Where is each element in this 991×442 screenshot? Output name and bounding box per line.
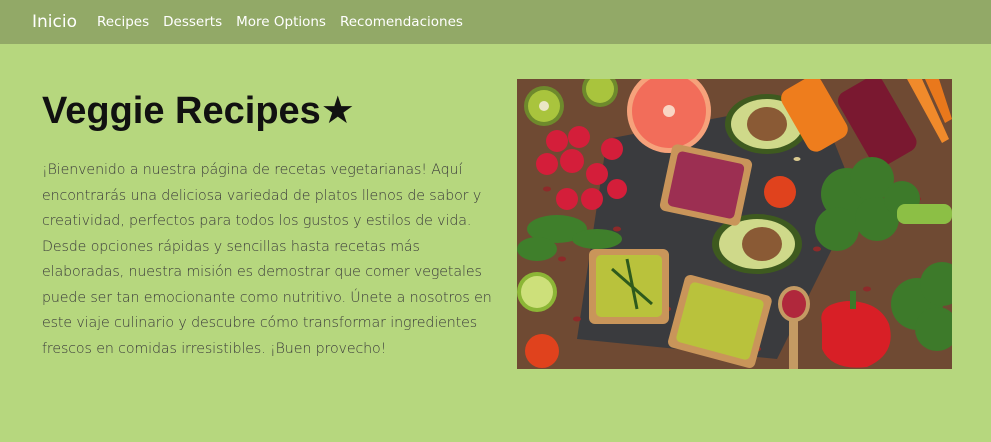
nav-link-recomendaciones[interactable]: Recomendaciones bbox=[340, 14, 463, 30]
intro-paragraph: ¡Bienvenido a nuestra página de recetas … bbox=[42, 162, 492, 357]
navbar: Inicio Recipes Desserts More Options Rec… bbox=[0, 0, 991, 44]
page-title: Veggie Recipes★ bbox=[42, 90, 355, 132]
nav-link-more-options[interactable]: More Options bbox=[236, 14, 326, 30]
vegetables-photo bbox=[517, 79, 952, 369]
nav-link-recipes[interactable]: Recipes bbox=[97, 14, 149, 30]
nav-brand-inicio[interactable]: Inicio bbox=[32, 12, 77, 32]
nav-link-desserts[interactable]: Desserts bbox=[163, 14, 222, 30]
